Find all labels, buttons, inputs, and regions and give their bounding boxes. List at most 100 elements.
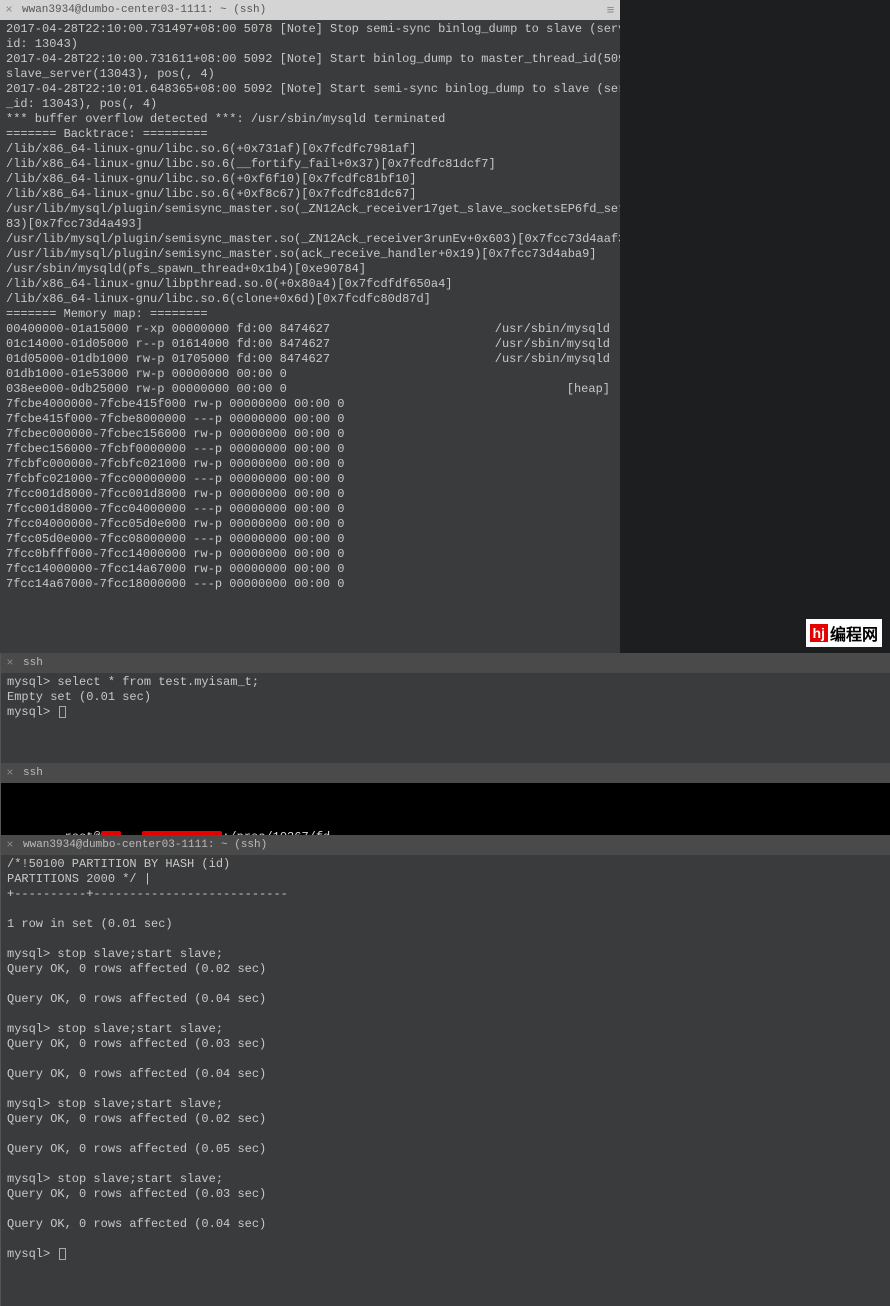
tab-bar-ssh-1: × ssh (1, 653, 890, 673)
mysql-line (7, 1232, 884, 1247)
log-line: /lib/x86_64-linux-gnu/libc.so.6(clone+0x… (6, 292, 614, 307)
memory-map-left: 7fcc05d0e000-7fcc08000000 ---p 00000000 … (6, 532, 610, 547)
memory-map-right (610, 427, 614, 442)
memory-map-right (610, 367, 614, 382)
mysql-line: /*!50100 PARTITION BY HASH (id) (7, 857, 884, 872)
left-terminal[interactable]: 2017-04-28T22:10:00.731497+08:00 5078 [N… (0, 20, 620, 653)
tab-title[interactable]: wwan3934@dumbo-center03-1111: ~ (ssh) (18, 4, 600, 16)
memory-map-left: 00400000-01a15000 r-xp 00000000 fd:00 84… (6, 322, 495, 337)
memory-map-row: 00400000-01a15000 r-xp 00000000 fd:00 84… (6, 322, 614, 337)
memory-map-right (610, 547, 614, 562)
memory-map-left: 7fcc14000000-7fcc14a67000 rw-p 00000000 … (6, 562, 610, 577)
memory-map-right (610, 517, 614, 532)
menu-icon[interactable]: ≡ (600, 3, 620, 18)
terminal-mysql-slave[interactable]: /*!50100 PARTITION BY HASH (id)PARTITION… (1, 855, 890, 1306)
mysql-line: mysql> stop slave;start slave; (7, 1022, 884, 1037)
memory-map-row: 01d05000-01db1000 rw-p 01705000 fd:00 84… (6, 352, 614, 367)
tab-title[interactable]: ssh (19, 657, 890, 669)
memory-map-left: 038ee000-0db25000 rw-p 00000000 00:00 0 (6, 382, 567, 397)
mysql-line: mysql> (7, 1247, 884, 1262)
mysql-line: +----------+--------------------------- (7, 887, 884, 902)
mysql-line: mysql> stop slave;start slave; (7, 1172, 884, 1187)
close-icon[interactable]: × (0, 3, 18, 17)
memory-map-row: 01db1000-01e53000 rw-p 00000000 00:00 0 (6, 367, 614, 382)
log-line: *** buffer overflow detected ***: /usr/s… (6, 112, 614, 127)
memory-map-row: 7fcc001d8000-7fcc04000000 ---p 00000000 … (6, 502, 614, 517)
tab-title[interactable]: wwan3934@dumbo-center03-1111: ~ (ssh) (19, 839, 890, 851)
log-line: 2017-04-28T22:10:00.731611+08:00 5092 [N… (6, 52, 614, 67)
log-line: /usr/sbin/mysqld(pfs_spawn_thread+0x1b4)… (6, 262, 614, 277)
mysql-line (7, 932, 884, 947)
close-icon[interactable]: × (1, 766, 19, 780)
terminal-root-proc[interactable]: root@ :/proc/10367/fd 2033 (1, 783, 890, 835)
log-line: /lib/x86_64-linux-gnu/libpthread.so.0(+0… (6, 277, 614, 292)
mysql-line (7, 1052, 884, 1067)
memory-map-left: 7fcbe415f000-7fcbe8000000 ---p 00000000 … (6, 412, 610, 427)
logo-text: 编程网 (830, 621, 878, 645)
memory-map-left: 7fcbec000000-7fcbec156000 rw-p 00000000 … (6, 427, 610, 442)
mysql-line (7, 1007, 884, 1022)
memory-map-row: 7fcbec000000-7fcbec156000 rw-p 00000000 … (6, 427, 614, 442)
log-line: _id: 13043), pos(, 4) (6, 97, 614, 112)
log-line: 2017-04-28T22:10:01.648365+08:00 5092 [N… (6, 82, 614, 97)
mysql-line (7, 902, 884, 917)
tab-title[interactable]: ssh (19, 767, 890, 779)
log-line: /lib/x86_64-linux-gnu/libc.so.6(__fortif… (6, 157, 614, 172)
log-line: /usr/lib/mysql/plugin/semisync_master.so… (6, 202, 614, 217)
log-line: /lib/x86_64-linux-gnu/libc.so.6(+0xf8c67… (6, 187, 614, 202)
memory-map-right: [heap] (567, 382, 614, 397)
terminal-mysql-select[interactable]: mysql> select * from test.myisam_t;Empty… (1, 673, 890, 763)
left-tab-bar: × wwan3934@dumbo-center03-1111: ~ (ssh) … (0, 0, 620, 20)
memory-map-row: 7fcc14000000-7fcc14a67000 rw-p 00000000 … (6, 562, 614, 577)
mysql-line (7, 1127, 884, 1142)
memory-map-right (610, 472, 614, 487)
memory-map-left: 01d05000-01db1000 rw-p 01705000 fd:00 84… (6, 352, 495, 367)
mysql-line: Empty set (0.01 sec) (7, 690, 884, 705)
memory-map-right (610, 502, 614, 517)
close-icon[interactable]: × (1, 838, 19, 852)
memory-map-row: 7fcbfc000000-7fcbfc021000 rw-p 00000000 … (6, 457, 614, 472)
memory-map-right: /usr/sbin/mysqld (495, 322, 614, 337)
mysql-line: mysql> select * from test.myisam_t; (7, 675, 884, 690)
memory-map-row: 7fcc04000000-7fcc05d0e000 rw-p 00000000 … (6, 517, 614, 532)
memory-map-row: 7fcc05d0e000-7fcc08000000 ---p 00000000 … (6, 532, 614, 547)
mysql-line: Query OK, 0 rows affected (0.04 sec) (7, 1217, 884, 1232)
watermark-logo: hj 编程网 (806, 619, 882, 647)
log-line: /usr/lib/mysql/plugin/semisync_master.so… (6, 232, 614, 247)
memory-map-right (610, 457, 614, 472)
memory-map-row: 7fcc0bfff000-7fcc14000000 rw-p 00000000 … (6, 547, 614, 562)
memory-map-left: 7fcc001d8000-7fcc001d8000 rw-p 00000000 … (6, 487, 610, 502)
mysql-line: Query OK, 0 rows affected (0.02 sec) (7, 1112, 884, 1127)
memory-map-left: 7fcbe4000000-7fcbe415f000 rw-p 00000000 … (6, 397, 610, 412)
log-line: /lib/x86_64-linux-gnu/libc.so.6(+0x731af… (6, 142, 614, 157)
right-section-2: × ssh root@ :/proc/10367/fd 2033 (1, 763, 890, 835)
memory-map-left: 7fcc04000000-7fcc05d0e000 rw-p 00000000 … (6, 517, 610, 532)
mysql-line: 1 row in set (0.01 sec) (7, 917, 884, 932)
memory-map-row: 038ee000-0db25000 rw-p 00000000 00:00 0[… (6, 382, 614, 397)
cursor-icon (59, 1248, 66, 1260)
close-icon[interactable]: × (1, 656, 19, 670)
left-pane: × wwan3934@dumbo-center03-1111: ~ (ssh) … (0, 0, 620, 653)
memory-map-left: 7fcc14a67000-7fcc18000000 ---p 00000000 … (6, 577, 610, 592)
mysql-line (7, 977, 884, 992)
memory-map-row: 7fcbfc021000-7fcc00000000 ---p 00000000 … (6, 472, 614, 487)
mysql-line: mysql> stop slave;start slave; (7, 947, 884, 962)
memory-map-row: 7fcbe4000000-7fcbe415f000 rw-p 00000000 … (6, 397, 614, 412)
memory-map-right (610, 532, 614, 547)
right-pane: × ssh mysql> select * from test.myisam_t… (0, 653, 890, 1306)
mysql-line: Query OK, 0 rows affected (0.03 sec) (7, 1037, 884, 1052)
tab-bar-ssh-2: × ssh (1, 763, 890, 783)
cursor-icon (59, 706, 66, 718)
memory-map-row: 7fcbe415f000-7fcbe8000000 ---p 00000000 … (6, 412, 614, 427)
memory-map-right (610, 487, 614, 502)
log-line: /usr/lib/mysql/plugin/semisync_master.so… (6, 247, 614, 262)
memory-map-left: 7fcbfc021000-7fcc00000000 ---p 00000000 … (6, 472, 610, 487)
mysql-line: PARTITIONS 2000 */ | (7, 872, 884, 887)
mysql-line: mysql> (7, 705, 884, 720)
memory-map-right: /usr/sbin/mysqld (495, 337, 614, 352)
memory-map-row: 7fcc14a67000-7fcc18000000 ---p 00000000 … (6, 577, 614, 592)
memory-map-right (610, 442, 614, 457)
memory-map-right (610, 577, 614, 592)
mysql-line: Query OK, 0 rows affected (0.05 sec) (7, 1142, 884, 1157)
mysql-line: Query OK, 0 rows affected (0.02 sec) (7, 962, 884, 977)
